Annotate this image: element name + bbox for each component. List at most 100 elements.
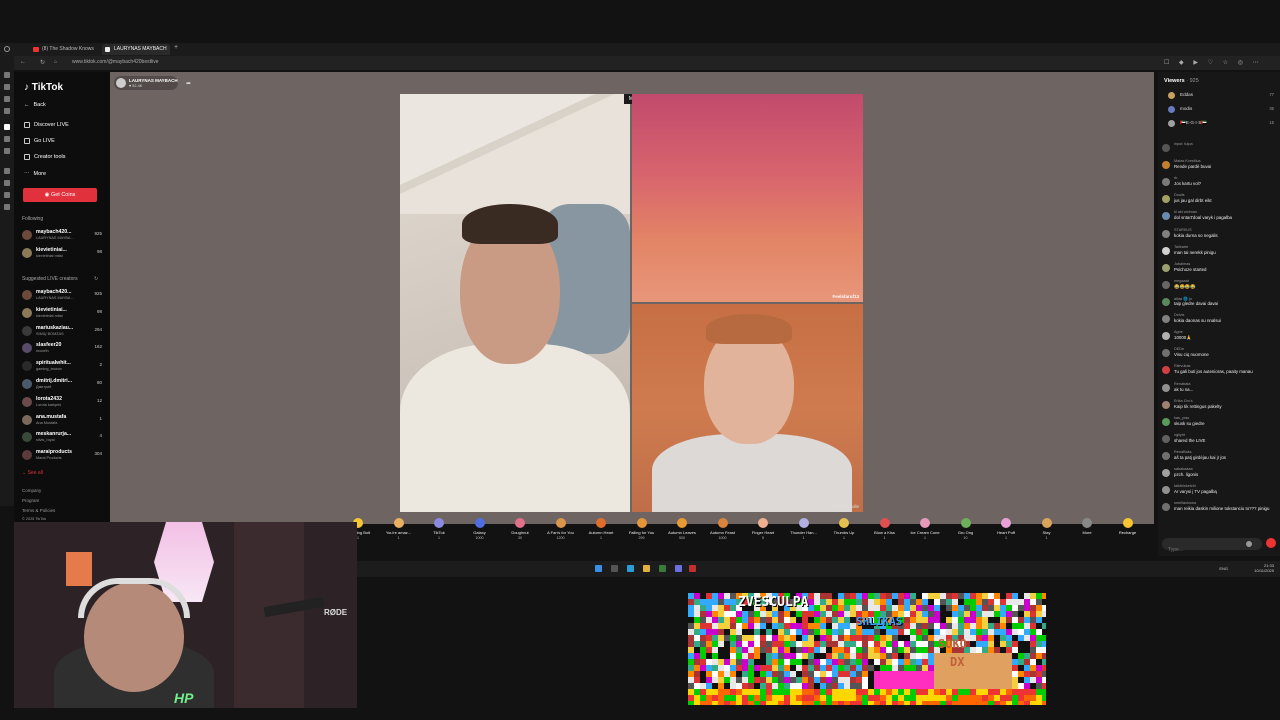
gift-item[interactable]: Autumn Feast 1000 (703, 516, 743, 544)
gift-icon (677, 518, 687, 528)
footer-terms[interactable]: Terms & Policies (22, 508, 55, 513)
refresh-icon[interactable]: ↻ (40, 59, 45, 66)
browser-tab-shadow[interactable]: (8) The Shadow Knows (30, 44, 96, 55)
rail-icon-5[interactable] (4, 124, 10, 130)
rail-icon-2[interactable] (4, 84, 10, 90)
tiktok-logo[interactable]: ♪ TikTok (24, 82, 63, 93)
share-icon[interactable]: ➦ (186, 80, 191, 87)
top-viewer[interactable]: 🇦🇪E·G·I·S🇦🇪 15 (1164, 118, 1274, 130)
screen: (8) The Shadow Knows LAURYNAS MAYBACH + … (0, 0, 1280, 720)
new-tab-icon[interactable]: + (174, 44, 178, 51)
nav-creator-tools[interactable]: Creator tools (24, 154, 66, 160)
gift-price: 1 (802, 536, 805, 540)
url-field[interactable]: www.tiktok.com/@maybach420bestlive (72, 59, 159, 65)
viewer-name: Eddas (1180, 92, 1194, 97)
nav-more[interactable]: ⋯ More (24, 171, 46, 177)
get-coins-button[interactable]: ◉ Get Coins (23, 188, 97, 202)
explorer-icon[interactable] (643, 565, 650, 572)
suggested-account[interactable]: dmitrij.dmitri... Дмитрий 80 (22, 377, 102, 393)
home-icon[interactable]: ⌂ (54, 59, 57, 65)
suggested-account[interactable]: slasfeer20 mooeth 162 (22, 341, 102, 357)
gift-item[interactable]: Thumbs Up 1 (824, 516, 864, 544)
gift-item[interactable]: Heart Puff 1 (986, 516, 1026, 544)
suggested-account[interactable]: maraiproducts Marai Products 304 (22, 448, 102, 464)
top-viewer[interactable]: Eddas 77 (1164, 90, 1274, 102)
chat-text: Kaip tik rettingus pakelty (1174, 404, 1222, 409)
rail-icon-10[interactable] (4, 192, 10, 198)
gift-name: Heart Puff (997, 530, 1015, 535)
suggested-account[interactable]: ana.mustafa Ana Mustafa 1 (22, 413, 102, 429)
viewer-count: 925 (94, 291, 102, 296)
suggested-account[interactable]: maybach420... LAURYNAS MAYBA... 925 (22, 288, 102, 304)
rail-icon-4[interactable] (4, 108, 10, 114)
gift-price: 30 (518, 536, 522, 540)
following-account[interactable]: kievietiniai... kievietiniai mitai 98 (22, 246, 102, 262)
host-info[interactable]: LAURYNAS MAYBACH ♥ 52.4K (114, 76, 178, 90)
rail-icon-3[interactable] (4, 96, 10, 102)
nav-go-live[interactable]: Go LIVE (24, 138, 55, 144)
rail-icon-1[interactable] (4, 72, 10, 78)
gift-item[interactable]: Stay 1 (1027, 516, 1067, 544)
gift-item[interactable]: Falling for You 299 (622, 516, 662, 544)
refresh-suggested-icon[interactable]: ↻ (94, 276, 98, 282)
suggested-account[interactable]: spiritualwhit... gaming_brusov 2 (22, 359, 102, 375)
viewers-header[interactable]: Viewers · 925 (1164, 78, 1199, 84)
gift-item[interactable]: TikTok 1 (419, 516, 459, 544)
rail-icon-6[interactable] (4, 136, 10, 142)
browser-tab-tiktok[interactable]: LAURYNAS MAYBACH (102, 44, 170, 55)
language-indicator[interactable]: ENG (1219, 566, 1228, 571)
chat-text-field[interactable] (1162, 544, 1242, 556)
extensions-icons[interactable]: ☐ ◆ ▶ ♡ ☆ ◎ ⋯ (1164, 59, 1263, 66)
suggested-account[interactable]: mariuskaziau... SIMIŲ BOMŽAS 294 (22, 324, 102, 340)
guest-label: Feelsfaruf13 (832, 294, 859, 299)
clock[interactable]: 21:33 10/11/2025 (1254, 563, 1274, 573)
nav-back[interactable]: ← Back (24, 102, 46, 108)
suggested-account[interactable]: meskanrurja... silvis_royal 4 (22, 430, 102, 446)
get-coins-label: Get Coins (50, 192, 76, 198)
edge-icon[interactable] (627, 565, 634, 572)
gift-item[interactable]: Gru Ong 10 (946, 516, 986, 544)
rail-icon-8[interactable] (4, 168, 10, 174)
discord-icon[interactable] (675, 565, 682, 572)
nav-discover-live[interactable]: Discover LIVE (24, 122, 69, 128)
footer-program[interactable]: Program (22, 498, 39, 503)
following-account[interactable]: maybach420... LAURYNAS MAYBA... 925 (22, 228, 102, 244)
avatar (1162, 315, 1170, 323)
gift-item[interactable]: Autumn Heart 1 (581, 516, 621, 544)
gift-item[interactable]: Ice Cream Cone 1 (905, 516, 945, 544)
suggested-account[interactable]: kievietiniai... kievietiniai mitai 98 (22, 306, 102, 322)
gift-item[interactable]: Galaxy 1000 (460, 516, 500, 544)
back-arrow-icon[interactable]: ← (20, 59, 26, 65)
gift-item[interactable]: Autumn Leaves 500 (662, 516, 702, 544)
like-heart-icon[interactable] (1266, 538, 1276, 548)
browser-menu-icon[interactable] (4, 46, 10, 52)
viewer-count: 2 (99, 362, 102, 368)
footer-copyright: © 2025 TikTok (22, 517, 47, 521)
gift-item[interactable]: Blow a Kiss 1 (865, 516, 905, 544)
search-icon[interactable] (611, 565, 618, 572)
gift-price: 1 (843, 536, 845, 540)
gift-item[interactable]: Thunder Han... 1 (784, 516, 824, 544)
top-viewer[interactable]: modis 35 (1164, 104, 1274, 116)
gift-price: 1000 (718, 536, 727, 540)
see-all-link[interactable]: ⌄ See all (22, 470, 43, 476)
gift-item[interactable]: Recharge (1108, 516, 1148, 544)
app-icon[interactable] (659, 565, 666, 572)
gift-item[interactable]: More (1067, 516, 1107, 544)
rail-icon-7[interactable] (4, 148, 10, 154)
gift-item[interactable]: Finger Heart 5 (743, 516, 783, 544)
windows-start-icon[interactable] (595, 565, 602, 572)
gift-item[interactable]: Doughnut 30 (500, 516, 540, 544)
host-video (400, 94, 630, 512)
pixel-text: DX (950, 655, 965, 669)
suggested-account[interactable]: lorota2432 Lorota karkpriš 12 (22, 395, 102, 411)
gift-item[interactable]: You're amaz... 1 (379, 516, 419, 544)
emoji-icon[interactable] (1246, 541, 1252, 547)
gift-icon (758, 518, 768, 528)
rail-icon-9[interactable] (4, 180, 10, 186)
gift-name: Stay (1042, 530, 1051, 535)
rail-icon-11[interactable] (4, 204, 10, 210)
gift-item[interactable]: A Fan's for You 1200 (541, 516, 581, 544)
footer-company[interactable]: Company (22, 488, 41, 493)
obs-icon[interactable] (689, 565, 696, 572)
